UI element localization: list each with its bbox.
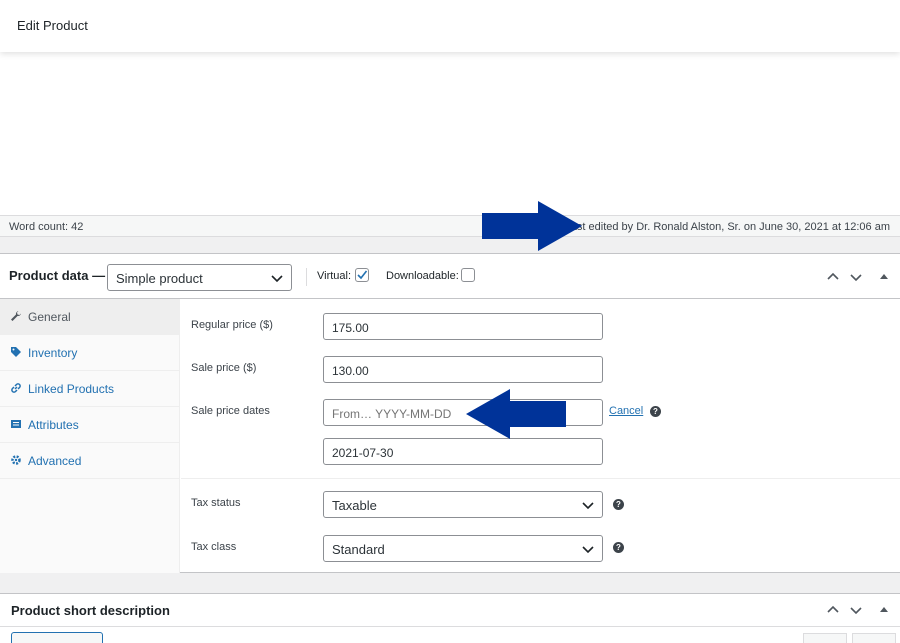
word-count: Word count: 42 (9, 221, 84, 233)
tab-label: Inventory (28, 346, 78, 360)
tab-attributes[interactable]: Attributes (0, 407, 180, 443)
tab-label: Linked Products (28, 382, 115, 396)
product-data-header: Product data — Simple product Virtual: D… (0, 254, 900, 299)
tax-status-select[interactable]: Taxable (323, 491, 603, 518)
top-bar: Edit Product (0, 0, 900, 52)
help-icon[interactable]: ? (650, 406, 661, 417)
editor-status-bar: Word count: 42 Last edited by Dr. Ronald… (0, 215, 900, 237)
tag-icon (11, 347, 21, 357)
tax-status-value: Taxable (332, 498, 377, 513)
chevron-down-icon (582, 546, 594, 554)
chevron-down-icon (582, 502, 594, 510)
sale-price-label: Sale price ($) (191, 362, 257, 374)
editor-content[interactable] (0, 52, 900, 215)
tab-advanced[interactable]: Advanced (0, 443, 180, 479)
tax-class-label: Tax class (191, 541, 237, 553)
add-media-button[interactable] (11, 632, 103, 643)
sale-to-input[interactable]: 2021-07-30 (323, 438, 603, 465)
help-icon[interactable]: ? (613, 542, 624, 553)
tab-linked-products[interactable]: Linked Products (0, 371, 180, 407)
section-divider (181, 478, 900, 479)
last-edited: Last edited by Dr. Ronald Alston, Sr. on… (564, 221, 890, 233)
product-data-title: Product data — (9, 268, 106, 283)
move-up-icon[interactable] (826, 603, 840, 617)
divider (0, 626, 900, 627)
tab-label: Advanced (28, 454, 82, 468)
link-icon (11, 383, 21, 393)
page-title: Edit Product (17, 18, 88, 33)
checkmark-icon (357, 270, 368, 280)
virtual-checkbox[interactable] (355, 268, 369, 282)
tax-class-select[interactable]: Standard (323, 535, 603, 562)
product-type-select[interactable]: Simple product (107, 264, 292, 291)
tax-status-label: Tax status (191, 497, 241, 509)
collapse-toggle-icon[interactable] (877, 270, 891, 284)
downloadable-label: Downloadable: (386, 270, 459, 282)
wrench-icon (11, 311, 21, 321)
tab-label: General (28, 310, 71, 324)
tab-inventory[interactable]: Inventory (0, 335, 180, 371)
visual-tab[interactable] (803, 633, 847, 643)
regular-price-value: 175.00 (332, 321, 369, 335)
move-down-icon[interactable] (849, 270, 863, 284)
arrow-left-icon (466, 389, 566, 439)
tab-label: Attributes (28, 418, 79, 432)
move-down-icon[interactable] (849, 603, 863, 617)
tax-class-value: Standard (332, 542, 385, 557)
collapse-toggle-icon[interactable] (877, 603, 891, 617)
move-up-icon[interactable] (826, 270, 840, 284)
sale-price-value: 130.00 (332, 364, 369, 378)
arrow-right-icon (482, 201, 582, 251)
tab-general[interactable]: General (0, 299, 180, 335)
virtual-label: Virtual: (317, 270, 352, 282)
sale-to-value: 2021-07-30 (332, 446, 394, 460)
divider (306, 268, 307, 286)
regular-price-input[interactable]: 175.00 (323, 313, 603, 340)
sale-from-placeholder: From… YYYY-MM-DD (332, 407, 452, 421)
help-icon[interactable]: ? (613, 499, 624, 510)
product-type-value: Simple product (116, 271, 203, 286)
text-tab[interactable] (852, 633, 896, 643)
regular-price-label: Regular price ($) (191, 319, 273, 331)
short-description-panel: Product short description (0, 593, 900, 643)
downloadable-checkbox[interactable] (461, 268, 475, 282)
list-icon (11, 420, 21, 428)
sale-price-input[interactable]: 130.00 (323, 356, 603, 383)
gear-icon (11, 455, 21, 465)
product-data-tabs: General Inventory Linked Products Attrib… (0, 299, 180, 573)
cancel-link[interactable]: Cancel (609, 405, 643, 417)
sale-dates-label: Sale price dates (191, 405, 270, 417)
short-description-title: Product short description (11, 603, 170, 618)
chevron-down-icon (271, 275, 283, 283)
